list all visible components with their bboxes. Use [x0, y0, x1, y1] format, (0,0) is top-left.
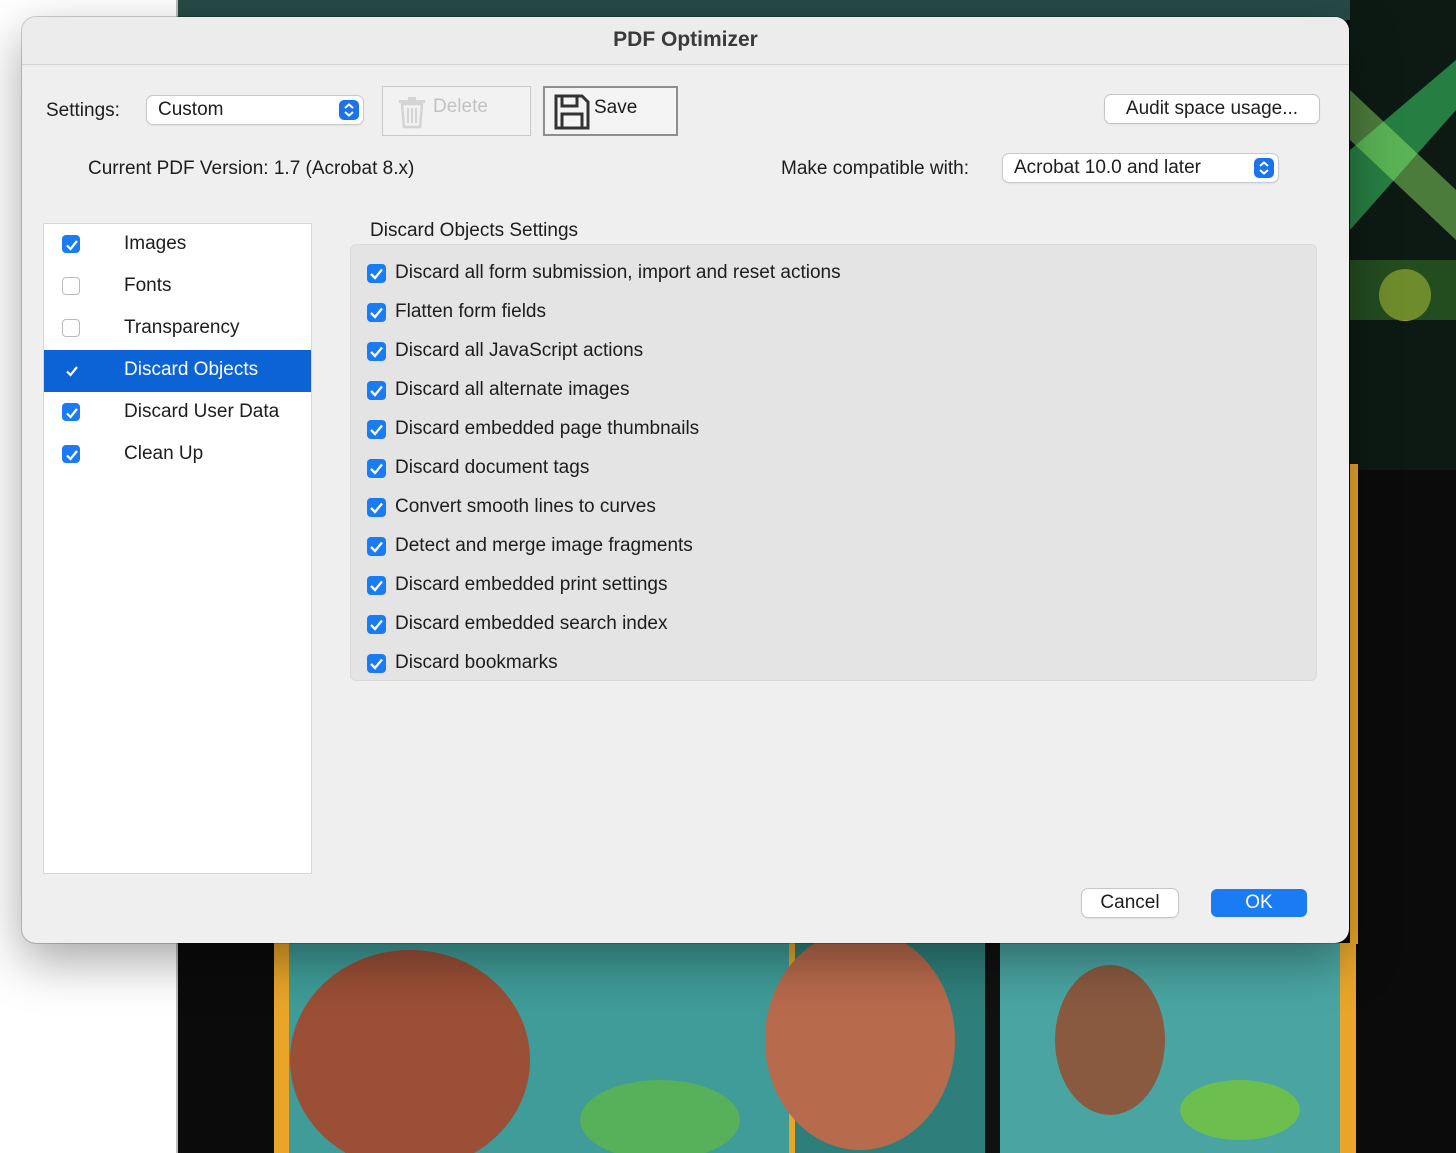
option-label: Discard all form submission, import and …	[395, 262, 841, 283]
category-checkbox[interactable]	[62, 319, 80, 337]
trash-icon	[395, 95, 429, 135]
checkmark-icon	[66, 240, 78, 251]
category-item-discard-user-data[interactable]: Discard User Data	[44, 392, 311, 434]
option-checkbox[interactable]	[367, 264, 386, 283]
checkmark-icon	[370, 658, 383, 670]
checkmark-icon	[370, 424, 383, 436]
compatibility-popup[interactable]: Acrobat 10.0 and later	[1003, 154, 1278, 182]
category-item-clean-up[interactable]: Clean Up	[44, 434, 311, 476]
checkmark-icon	[370, 346, 383, 358]
category-checkbox[interactable]	[62, 277, 80, 295]
save-button[interactable]: Save	[543, 86, 678, 136]
category-item-fonts[interactable]: Fonts	[44, 266, 311, 308]
category-label: Discard Objects	[124, 359, 259, 380]
option-label: Flatten form fields	[395, 301, 546, 322]
category-label: Transparency	[124, 317, 240, 338]
category-label: Clean Up	[124, 443, 204, 464]
option-label: Discard all alternate images	[395, 379, 630, 400]
cancel-button[interactable]: Cancel	[1082, 889, 1178, 917]
category-list: Images Fonts Transparency Discard Object…	[43, 223, 312, 874]
checkmark-icon	[370, 307, 383, 319]
checkmark-icon	[370, 385, 383, 397]
settings-popup[interactable]: Custom	[147, 96, 363, 124]
checkmark-icon	[370, 268, 383, 280]
option-label: Discard document tags	[395, 457, 590, 478]
discard-objects-options: Discard all form submission, import and …	[350, 244, 1317, 681]
checkmark-icon	[370, 541, 383, 553]
settings-label: Settings:	[46, 100, 120, 121]
option-checkbox[interactable]	[367, 537, 386, 556]
category-item-transparency[interactable]: Transparency	[44, 308, 311, 350]
compatibility-label: Make compatible with:	[781, 158, 969, 179]
option-label: Detect and merge image fragments	[395, 535, 693, 556]
option-checkbox[interactable]	[367, 615, 386, 634]
popup-stepper-icon	[1254, 158, 1274, 178]
pdf-optimizer-dialog: PDF Optimizer Settings: Custom Delete Sa…	[22, 17, 1349, 943]
category-label: Images	[124, 233, 187, 254]
category-checkbox[interactable]	[62, 235, 80, 253]
checkmark-icon	[66, 408, 78, 419]
option-label: Discard bookmarks	[395, 652, 558, 673]
option-checkbox[interactable]	[367, 381, 386, 400]
popup-stepper-icon	[339, 100, 359, 120]
option-label: Discard embedded print settings	[395, 574, 668, 595]
category-checkbox[interactable]	[62, 445, 80, 463]
option-checkbox[interactable]	[367, 303, 386, 322]
save-button-label: Save	[594, 97, 638, 118]
ok-button[interactable]: OK	[1211, 889, 1307, 917]
option-checkbox[interactable]	[367, 420, 386, 439]
option-checkbox[interactable]	[367, 654, 386, 673]
option-label: Convert smooth lines to curves	[395, 496, 656, 517]
audit-space-usage-button[interactable]: Audit space usage...	[1105, 95, 1319, 123]
delete-button[interactable]: Delete	[382, 86, 531, 136]
checkmark-icon	[66, 450, 78, 461]
option-label: Discard all JavaScript actions	[395, 340, 644, 361]
category-checkbox[interactable]	[62, 403, 80, 421]
delete-button-label: Delete	[433, 96, 488, 117]
settings-popup-value: Custom	[158, 99, 224, 120]
category-label: Fonts	[124, 275, 172, 296]
checkmark-icon	[370, 463, 383, 475]
compatibility-popup-value: Acrobat 10.0 and later	[1014, 157, 1201, 178]
floppy-disk-icon	[554, 94, 590, 136]
category-item-discard-objects[interactable]: Discard Objects	[44, 350, 311, 392]
current-pdf-version: Current PDF Version: 1.7 (Acrobat 8.x)	[88, 158, 415, 179]
option-checkbox[interactable]	[367, 498, 386, 517]
option-label: Discard embedded page thumbnails	[395, 418, 700, 439]
option-checkbox[interactable]	[367, 576, 386, 595]
option-label: Discard embedded search index	[395, 613, 668, 634]
checkmark-icon	[370, 502, 383, 514]
dialog-title: PDF Optimizer	[22, 17, 1349, 65]
category-checkbox[interactable]	[62, 361, 80, 379]
checkmark-icon	[66, 366, 78, 377]
checkmark-icon	[370, 619, 383, 631]
option-checkbox[interactable]	[367, 342, 386, 361]
checkmark-icon	[370, 580, 383, 592]
panel-title: Discard Objects Settings	[370, 220, 579, 241]
category-label: Discard User Data	[124, 401, 280, 422]
category-item-images[interactable]: Images	[44, 224, 311, 266]
option-checkbox[interactable]	[367, 459, 386, 478]
